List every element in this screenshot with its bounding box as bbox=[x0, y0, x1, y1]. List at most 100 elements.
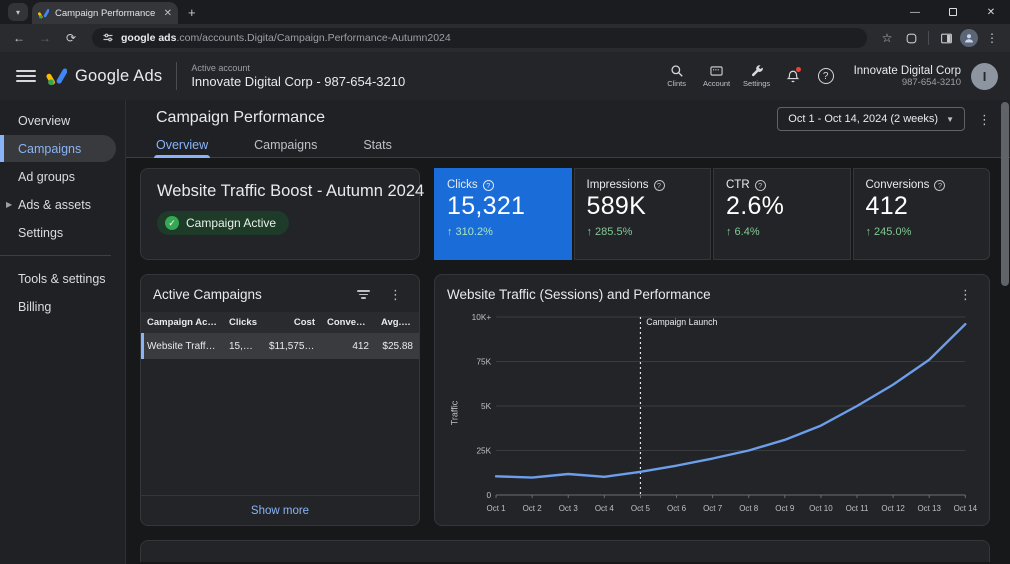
cell-conversions: 412 bbox=[321, 341, 375, 352]
column-header[interactable]: Avg. CPC bbox=[375, 317, 419, 328]
metric-change: ↑ 245.0% bbox=[866, 226, 978, 238]
notifications-bell-icon[interactable] bbox=[778, 69, 808, 84]
svg-text:Oct 1: Oct 1 bbox=[487, 504, 507, 513]
window-controls: — ✕ bbox=[896, 0, 1010, 24]
filter-list-icon[interactable] bbox=[357, 290, 370, 299]
sidebar-item[interactable]: Billing bbox=[0, 293, 125, 320]
page-tab-label: Overview bbox=[156, 138, 208, 152]
campaign-table-row[interactable]: Website Traffic ... 15,321 $11,575.00 41… bbox=[141, 333, 419, 359]
sidebar-divider bbox=[0, 255, 111, 256]
bookmark-star-icon[interactable]: ☆ bbox=[877, 28, 897, 48]
page-tab[interactable]: Overview bbox=[156, 138, 208, 158]
svg-text:10K+: 10K+ bbox=[472, 312, 492, 322]
new-tab-button[interactable]: + bbox=[188, 5, 196, 20]
date-range-selector[interactable]: Oct 1 - Oct 14, 2024 (2 weeks) ▼ bbox=[777, 107, 965, 131]
tab-title: Campaign Performance bbox=[55, 8, 158, 19]
help-circle-icon[interactable]: ? bbox=[934, 180, 945, 191]
sidebar-item[interactable]: Overview bbox=[0, 107, 125, 134]
page-tab[interactable]: Stats bbox=[363, 138, 392, 158]
extensions-icon[interactable] bbox=[901, 28, 921, 48]
settings-action[interactable]: Settings bbox=[738, 64, 776, 88]
metric-card[interactable]: Impressions ? 589K ↑ 285.5% bbox=[574, 168, 712, 260]
google-ads-brand[interactable]: Google Ads bbox=[46, 67, 162, 86]
browser-tab[interactable]: Campaign Performance ✕ bbox=[32, 2, 178, 24]
user-avatar[interactable]: I bbox=[971, 63, 998, 90]
sidebar-item-label: Settings bbox=[18, 226, 63, 240]
metric-value: 15,321 bbox=[447, 192, 559, 221]
site-settings-icon[interactable] bbox=[102, 32, 114, 44]
metric-card[interactable]: Clicks ? 15,321 ↑ 310.2% bbox=[434, 168, 572, 260]
svg-text:Oct 13: Oct 13 bbox=[917, 504, 941, 513]
google-ads-favicon bbox=[38, 8, 49, 19]
sidebar-item[interactable]: Tools & settings bbox=[0, 265, 125, 292]
reload-icon[interactable]: ⟳ bbox=[60, 27, 82, 49]
browser-menu-kebab-icon[interactable]: ⋮ bbox=[982, 28, 1002, 48]
campaigns-kebab-menu-icon[interactable]: ⋮ bbox=[384, 286, 407, 303]
column-header[interactable]: Cost bbox=[263, 317, 321, 328]
svg-text:Oct 8: Oct 8 bbox=[739, 504, 759, 513]
active-account-label: Active account bbox=[191, 63, 405, 73]
page-kebab-menu-icon[interactable]: ⋮ bbox=[973, 111, 996, 128]
column-header[interactable]: Conversions bbox=[321, 317, 375, 328]
show-more-link[interactable]: Show more bbox=[251, 505, 309, 517]
campaign-status-label: Campaign Active bbox=[186, 216, 276, 230]
sidebar-item-label: Overview bbox=[18, 114, 70, 128]
svg-text:Oct 14: Oct 14 bbox=[954, 504, 977, 513]
sidebar-item[interactable]: Ad groups bbox=[0, 163, 125, 190]
chart-kebab-menu-icon[interactable]: ⋮ bbox=[954, 286, 977, 303]
browser-profile-avatar[interactable] bbox=[960, 29, 978, 47]
chart-title: Website Traffic (Sessions) and Performan… bbox=[447, 287, 954, 302]
settings-action-label: Settings bbox=[743, 79, 770, 88]
back-icon[interactable]: ← bbox=[8, 27, 30, 49]
main-menu-icon[interactable] bbox=[16, 66, 36, 86]
metric-change: ↑ 310.2% bbox=[447, 226, 559, 238]
search-icon bbox=[670, 64, 684, 78]
metric-card[interactable]: Conversions ? 412 ↑ 245.0% bbox=[853, 168, 991, 260]
column-header[interactable]: Campaign Active bbox=[141, 317, 223, 328]
svg-text:Oct 6: Oct 6 bbox=[667, 504, 687, 513]
search-action[interactable]: Clints bbox=[658, 64, 696, 88]
tab-search-button[interactable]: ▾ bbox=[8, 3, 28, 21]
sidebar-item-label: Billing bbox=[18, 300, 51, 314]
sidebar-item[interactable]: ▶ Ads & assets bbox=[0, 191, 125, 218]
header-actions: Clints Account Settings bbox=[658, 63, 998, 90]
close-button[interactable]: ✕ bbox=[972, 0, 1010, 24]
sidebar-footer-items: Tools & settings Billing bbox=[0, 265, 125, 320]
account-action-label: Account bbox=[703, 79, 730, 88]
product-name: Google Ads bbox=[75, 67, 162, 86]
active-account-block[interactable]: Active account Innovate Digital Corp - 9… bbox=[191, 63, 405, 89]
side-panel-icon[interactable] bbox=[936, 28, 956, 48]
page-scrollbar[interactable] bbox=[1001, 102, 1009, 286]
browser-window: ▾ Campaign Performance ✕ + — ✕ ← → ⟳ go bbox=[0, 0, 1010, 564]
campaign-hero-card: Website Traffic Boost - Autumn 2024 ✓ Ca… bbox=[140, 168, 420, 260]
help-circle-icon[interactable]: ? bbox=[483, 180, 494, 191]
account-action[interactable]: Account bbox=[698, 64, 736, 88]
traffic-line-chart: 025K5K75K10K+Oct 1Oct 2Oct 3Oct 4Oct 5Oc… bbox=[461, 307, 977, 519]
svg-text:5K: 5K bbox=[481, 401, 492, 411]
forward-icon[interactable]: → bbox=[34, 27, 56, 49]
chevron-right-icon: ▶ bbox=[6, 200, 12, 209]
svg-text:Oct 12: Oct 12 bbox=[881, 504, 905, 513]
next-section-panel bbox=[140, 540, 990, 562]
maximize-button[interactable] bbox=[934, 0, 972, 24]
help-icon[interactable]: ? bbox=[818, 68, 834, 84]
address-bar[interactable]: google ads.com/accounts.Digita/Campaign.… bbox=[92, 28, 867, 48]
sidebar-nav: Overview Campaigns Ad groups ▶ Ad bbox=[0, 100, 126, 564]
main-area: Overview Campaigns Ad groups ▶ Ad bbox=[0, 100, 1010, 564]
sidebar-item[interactable]: Settings bbox=[0, 219, 125, 246]
svg-text:Oct 9: Oct 9 bbox=[775, 504, 795, 513]
google-ads-logo-icon bbox=[46, 67, 67, 86]
help-circle-icon[interactable]: ? bbox=[755, 180, 766, 191]
svg-text:Oct 5: Oct 5 bbox=[631, 504, 651, 513]
header-account-name: Innovate Digital Corp bbox=[854, 65, 961, 77]
wrench-icon bbox=[750, 64, 764, 78]
metric-card[interactable]: CTR ? 2.6% ↑ 6.4% bbox=[713, 168, 851, 260]
minimize-button[interactable]: — bbox=[896, 0, 934, 24]
help-circle-icon[interactable]: ? bbox=[654, 180, 665, 191]
sidebar-items: Overview Campaigns Ad groups ▶ Ad bbox=[0, 107, 125, 246]
page-tab[interactable]: Campaigns bbox=[254, 138, 317, 158]
sidebar-item[interactable]: Campaigns bbox=[0, 135, 116, 162]
campaign-status-badge: ✓ Campaign Active bbox=[157, 211, 289, 235]
tab-close-icon[interactable]: ✕ bbox=[164, 8, 172, 19]
column-header[interactable]: Clicks bbox=[223, 317, 263, 328]
